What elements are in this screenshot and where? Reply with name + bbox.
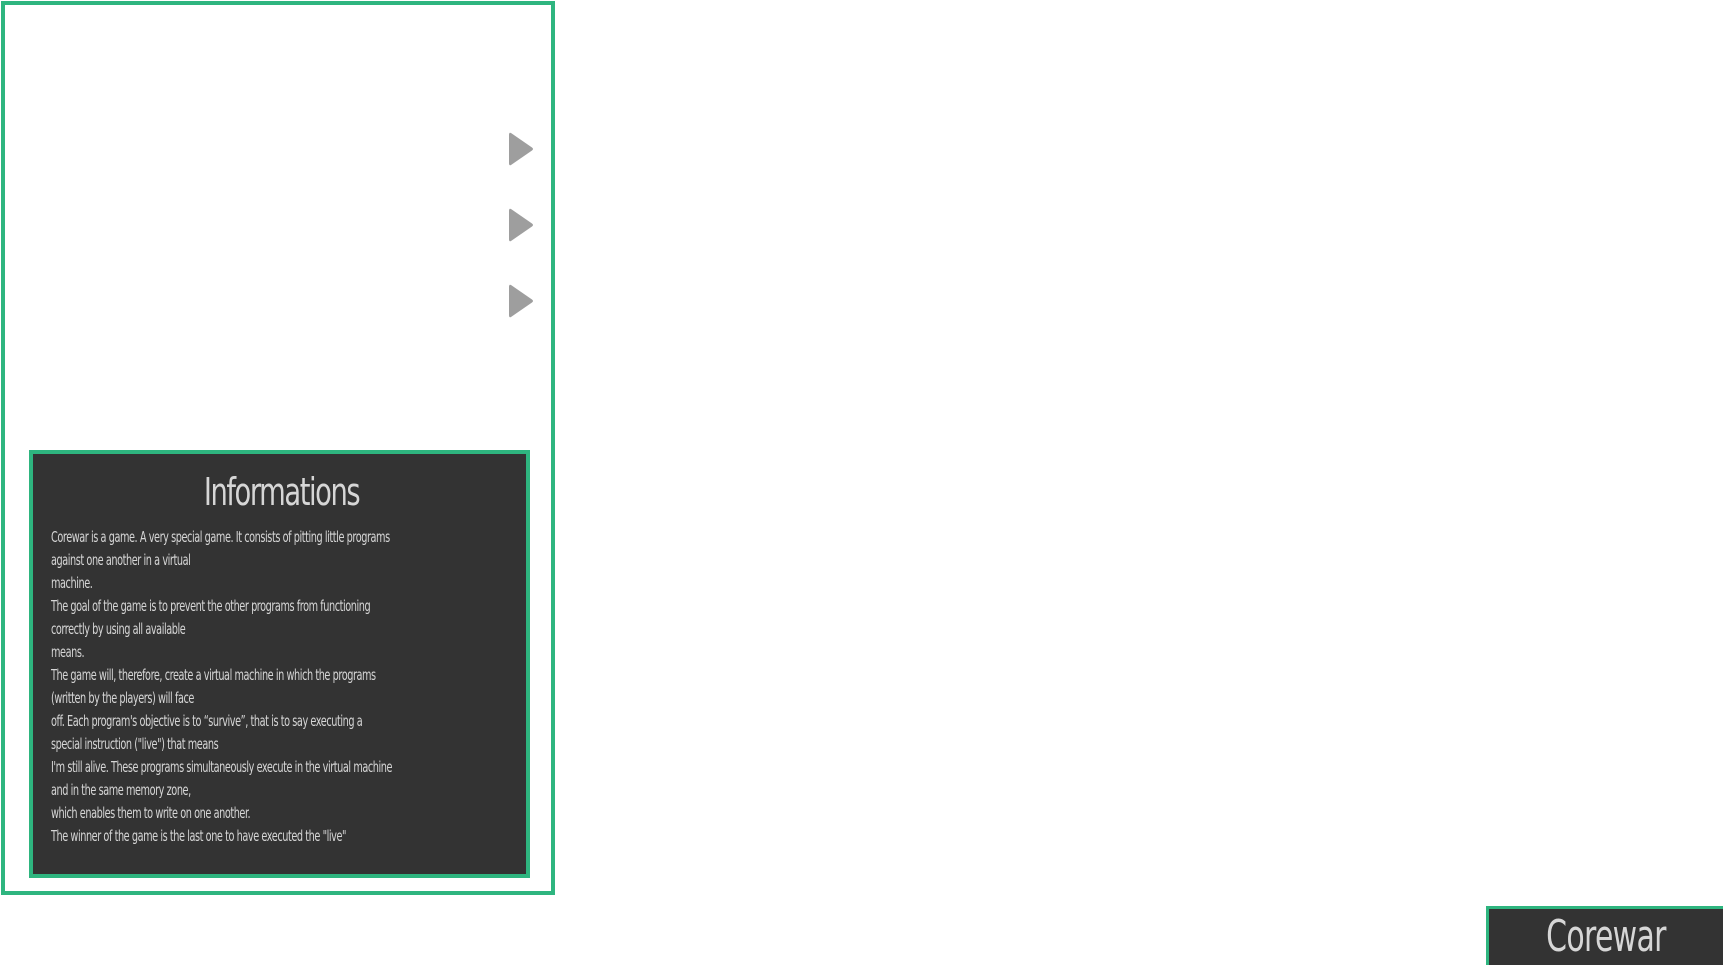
play-icon <box>509 132 533 166</box>
information-line: off. Each program's objective is to “sur… <box>51 712 363 730</box>
information-line: which enables them to write on one anoth… <box>51 804 251 822</box>
play-button-2[interactable] <box>508 207 534 243</box>
information-line: The goal of the game is to prevent the o… <box>51 597 371 615</box>
brand-badge: Corewar <box>1486 906 1723 965</box>
information-line: special instruction ("live") that means <box>51 735 219 753</box>
information-line: correctly by using all available <box>51 620 186 638</box>
information-line: The winner of the game is the last one t… <box>51 827 347 845</box>
information-line: The game will, therefore, create a virtu… <box>51 666 376 684</box>
information-title: Informations <box>203 470 361 514</box>
play-button-3[interactable] <box>508 283 534 319</box>
information-line: (written by the players) will face <box>51 689 194 707</box>
information-line: machine. <box>51 574 93 592</box>
information-line: Corewar is a game. A very special game. … <box>51 528 390 546</box>
information-body: Corewar is a game. A very special game. … <box>51 526 512 848</box>
play-icon <box>509 284 533 318</box>
play-button-1[interactable] <box>508 131 534 167</box>
brand-label: Corewar <box>1546 911 1666 962</box>
information-line: I'm still alive. These programs simultan… <box>51 758 393 776</box>
information-line: means. <box>51 643 85 661</box>
information-line: against one another in a virtual <box>51 551 191 569</box>
information-panel: Informations Corewar is a game. A very s… <box>29 450 530 878</box>
play-icon <box>509 208 533 242</box>
information-line: and in the same memory zone, <box>51 781 191 799</box>
